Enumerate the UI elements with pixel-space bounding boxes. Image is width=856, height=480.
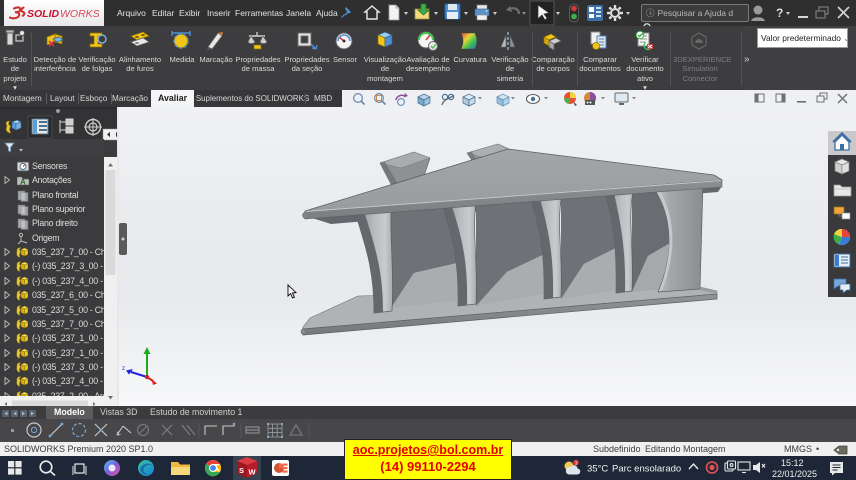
svg-text:SOLID: SOLID <box>27 8 60 20</box>
svg-text:WORKS: WORKS <box>60 8 100 20</box>
svg-text:35°C: 35°C <box>587 464 608 475</box>
svg-text:?: ? <box>776 6 783 20</box>
svg-text:15:12: 15:12 <box>781 458 804 468</box>
svg-text:Parc ensolarado: Parc ensolarado <box>612 464 681 475</box>
svg-text:22/01/2025: 22/01/2025 <box>772 469 817 479</box>
svg-text:A: A <box>20 178 26 187</box>
svg-text:S: S <box>239 466 244 475</box>
svg-text:W: W <box>249 468 257 477</box>
